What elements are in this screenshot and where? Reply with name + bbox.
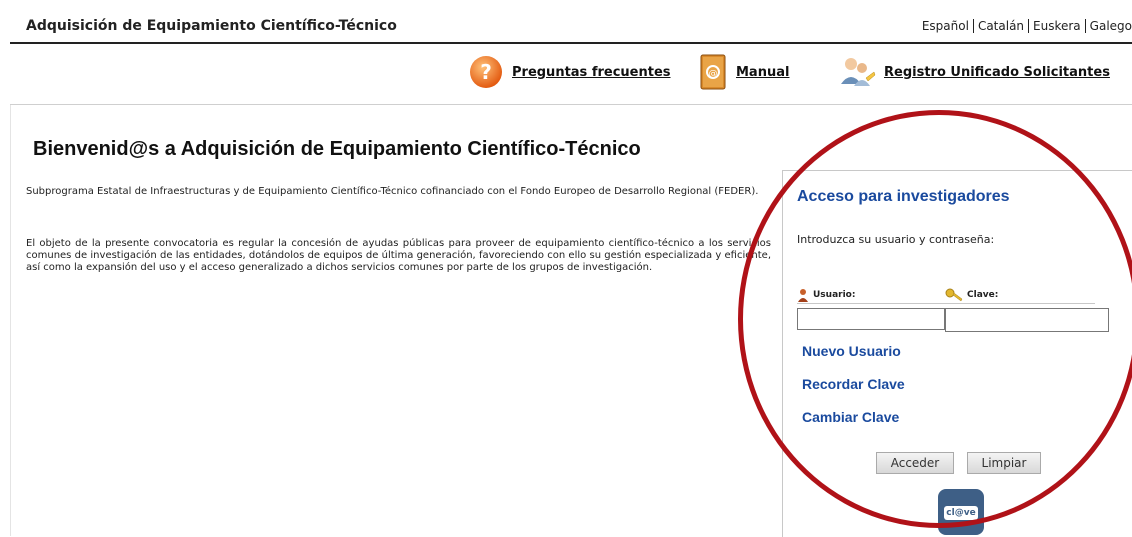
welcome-title: Bienvenid@s a Adquisición de Equipamient…: [33, 138, 641, 160]
registro-link[interactable]: Registro Unificado Solicitantes: [838, 54, 1110, 90]
field-labels-row: Usuario: Clave:: [797, 287, 1095, 304]
key-icon: [945, 288, 963, 302]
objective-paragraph: El objeto de la presente convocatoria es…: [26, 238, 771, 273]
recordar-clave-link[interactable]: Recordar Clave: [802, 376, 905, 392]
intro-paragraph: Subprograma Estatal de Infraestructuras …: [26, 186, 759, 197]
lang-galego[interactable]: Galego: [1086, 19, 1132, 33]
usuario-label: Usuario:: [797, 288, 855, 302]
cambiar-clave-link[interactable]: Cambiar Clave: [802, 409, 899, 425]
login-panel: Acceso para investigadores Introduzca su…: [782, 170, 1132, 537]
left-divider: [10, 105, 11, 536]
clave-input[interactable]: [945, 308, 1109, 332]
clave-label: Clave:: [945, 288, 998, 302]
svg-text:?: ?: [480, 60, 492, 84]
question-icon: ?: [470, 56, 502, 88]
acceder-button[interactable]: Acceder: [876, 452, 954, 474]
language-selector: Español Catalán Euskera Galego: [921, 19, 1132, 33]
usuario-label-text: Usuario:: [813, 290, 856, 300]
login-help-text: Introduzca su usuario y contraseña:: [797, 233, 995, 246]
limpiar-button[interactable]: Limpiar: [967, 452, 1041, 474]
svg-text:@: @: [709, 69, 718, 79]
lang-espanol[interactable]: Español: [921, 19, 974, 33]
login-title: Acceso para investigadores: [797, 188, 1010, 205]
lang-catalan[interactable]: Catalán: [973, 19, 1030, 33]
registro-label: Registro Unificado Solicitantes: [884, 64, 1110, 80]
manual-label: Manual: [736, 64, 790, 80]
faq-label: Preguntas frecuentes: [512, 64, 671, 80]
manual-link[interactable]: @ Manual: [698, 54, 789, 90]
usuario-input[interactable]: [797, 308, 945, 330]
nuevo-usuario-link[interactable]: Nuevo Usuario: [802, 343, 901, 359]
lang-euskera[interactable]: Euskera: [1029, 19, 1086, 33]
faq-link[interactable]: ? Preguntas frecuentes: [468, 54, 671, 90]
manual-book-icon: @: [700, 54, 726, 90]
clave-logo-text: cl@ve: [944, 506, 978, 520]
app-title: Adquisición de Equipamiento Científico-T…: [26, 18, 397, 34]
clave-logo-icon[interactable]: cl@ve: [938, 489, 984, 535]
users-icon: [841, 58, 876, 86]
clave-label-text: Clave:: [967, 290, 999, 300]
nav-bar: ? Preguntas frecuentes @ Manual Registro…: [10, 44, 1132, 105]
user-icon: [798, 289, 808, 302]
top-bar: Adquisición de Equipamiento Científico-T…: [10, 12, 1132, 44]
